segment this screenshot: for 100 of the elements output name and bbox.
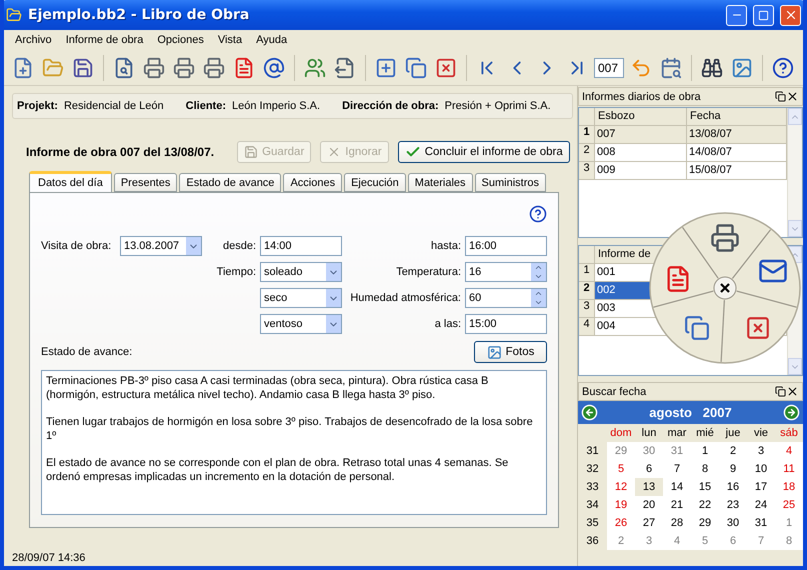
calendar-day[interactable]: 12 (607, 478, 635, 496)
calendar-day[interactable]: 4 (775, 442, 803, 460)
panel-title: Informes diarios de obra (582, 90, 702, 102)
calendar-day[interactable]: 8 (775, 532, 803, 550)
tab[interactable]: Presentes (114, 173, 178, 192)
calendar-day[interactable]: 8 (691, 460, 719, 478)
menu-item[interactable]: Opciones (150, 34, 211, 46)
tab[interactable]: Acciones (283, 173, 342, 192)
calendar-day[interactable]: 20 (635, 496, 663, 514)
printer-icon[interactable] (712, 226, 738, 250)
restore-icon[interactable] (775, 386, 786, 397)
close-icon[interactable] (714, 276, 736, 300)
restore-icon[interactable] (775, 91, 786, 102)
tab[interactable]: Materiales (408, 173, 473, 192)
table-row[interactable]: 3 009 15/08/07 (579, 162, 787, 180)
calendar-day[interactable]: 3 (635, 532, 663, 550)
calendar-day[interactable]: 26 (607, 514, 635, 532)
calendar-day[interactable]: 15 (691, 478, 719, 496)
field-label: Tiempo: (216, 266, 256, 278)
date-field[interactable]: 13.08.2007 (120, 236, 202, 256)
photos-button[interactable]: Fotos (474, 341, 547, 363)
calendar-day[interactable]: 10 (747, 460, 775, 478)
menu-item[interactable]: Vista (210, 34, 250, 46)
table-row[interactable]: 1 007 13/08/07 (579, 126, 787, 144)
page-number-field[interactable]: 007 (594, 58, 624, 78)
close-icon[interactable] (786, 90, 799, 103)
close-icon[interactable] (786, 385, 799, 398)
calendar-day[interactable]: 5 (691, 532, 719, 550)
calendar-day[interactable]: 17 (747, 478, 775, 496)
field-label: Temperatura: (395, 266, 461, 278)
calendar-day[interactable]: 2 (719, 442, 747, 460)
maximize-button[interactable] (753, 4, 774, 26)
report-title: Informe de obra 007 del 13/08/07. (26, 145, 214, 159)
action-button[interactable]: Concluir el informe de obra (398, 141, 570, 163)
calendar-day[interactable]: 2 (607, 532, 635, 550)
calendar-day[interactable]: 4 (663, 532, 691, 550)
help-icon[interactable] (529, 205, 547, 223)
previous-month-icon[interactable] (581, 404, 598, 421)
next-month-icon[interactable] (782, 404, 800, 421)
spinner-arrows-icon[interactable] (531, 289, 546, 307)
minimize-button[interactable] (726, 4, 747, 26)
calendar-day[interactable]: 22 (691, 496, 719, 514)
menu-item[interactable]: Ayuda (249, 34, 294, 46)
save-icon (244, 145, 258, 159)
calendar-day[interactable]: 31 (663, 442, 691, 460)
spinner-arrows-icon[interactable] (531, 263, 546, 281)
calendar-day[interactable]: 28 (663, 514, 691, 532)
calendar-day[interactable]: 1 (691, 442, 719, 460)
window-title: Ejemplo.bb2 - Libro de Obra (28, 7, 250, 23)
calendar-day[interactable]: 18 (775, 478, 803, 496)
calendar-day[interactable]: 5 (607, 460, 635, 478)
menu-item[interactable]: Archivo (8, 34, 59, 46)
tab[interactable]: Suministros (474, 173, 546, 192)
temperature-spinner[interactable]: 16 (465, 262, 547, 282)
project-field: Dirección de obra: Presión + Oprimi S.A. (342, 100, 551, 112)
close-button[interactable] (780, 4, 801, 26)
duplicate-icon[interactable] (686, 317, 708, 339)
time-field[interactable]: 16:00 (465, 236, 547, 256)
notes-field[interactable] (41, 370, 547, 515)
calendar-day[interactable]: 7 (663, 460, 691, 478)
calendar-day[interactable]: 14 (663, 478, 691, 496)
calendar-day[interactable]: 29 (691, 514, 719, 532)
calendar-day[interactable]: 16 (719, 478, 747, 496)
humidity-spinner[interactable]: 60 (465, 288, 547, 308)
panel-title: Buscar fecha (582, 386, 648, 398)
calendar-day[interactable]: 3 (747, 442, 775, 460)
email-icon[interactable] (760, 261, 786, 281)
calendar-day[interactable]: 21 (663, 496, 691, 514)
calendar-day[interactable]: 27 (635, 514, 663, 532)
table-cell: 15/08/07 (687, 162, 787, 180)
pdf-icon[interactable] (668, 267, 688, 291)
calendar-day[interactable]: 30 (635, 442, 663, 460)
weather-dropdown[interactable]: soleado (260, 262, 342, 282)
menu-item[interactable]: Informe de obra (58, 34, 150, 46)
tab[interactable]: Estado de avance (179, 173, 282, 192)
field-label: Visita de obra: (41, 240, 112, 252)
table-row[interactable]: 2 008 14/08/07 (579, 144, 787, 162)
calendar-day[interactable]: 24 (747, 496, 775, 514)
calendar-day[interactable]: 9 (719, 460, 747, 478)
time-field[interactable]: 14:00 (260, 236, 342, 256)
time-field[interactable]: 15:00 (465, 314, 547, 334)
delete-icon[interactable] (748, 318, 768, 338)
calendar-day[interactable]: 1 (775, 514, 803, 532)
app-icon (6, 7, 22, 23)
calendar-day[interactable]: 29 (607, 442, 635, 460)
calendar-day[interactable]: 6 (719, 532, 747, 550)
calendar-day[interactable]: 7 (747, 532, 775, 550)
calendar-day[interactable]: 23 (719, 496, 747, 514)
calendar-day[interactable]: 30 (719, 514, 747, 532)
calendar-day[interactable]: 11 (775, 460, 803, 478)
note-paragraph: Terminaciones PB-3º piso casa A casi terminadas (obra seca, pintura). Obra rústica casa B (hormigón, estructura metálica nivel techo). Andamio casa B llega hasta 3º piso. (46, 374, 490, 402)
calendar-day[interactable]: 25 (775, 496, 803, 514)
weather-dropdown[interactable]: seco (260, 288, 342, 308)
tab[interactable]: Datos del día (29, 171, 112, 192)
row-number: 3 (579, 162, 595, 180)
weather-dropdown[interactable]: ventoso (260, 314, 342, 334)
calendar-day[interactable]: 19 (607, 496, 635, 514)
tab[interactable]: Ejecución (344, 173, 406, 192)
calendar-day[interactable]: 31 (747, 514, 775, 532)
calendar-day[interactable]: 6 (635, 460, 663, 478)
